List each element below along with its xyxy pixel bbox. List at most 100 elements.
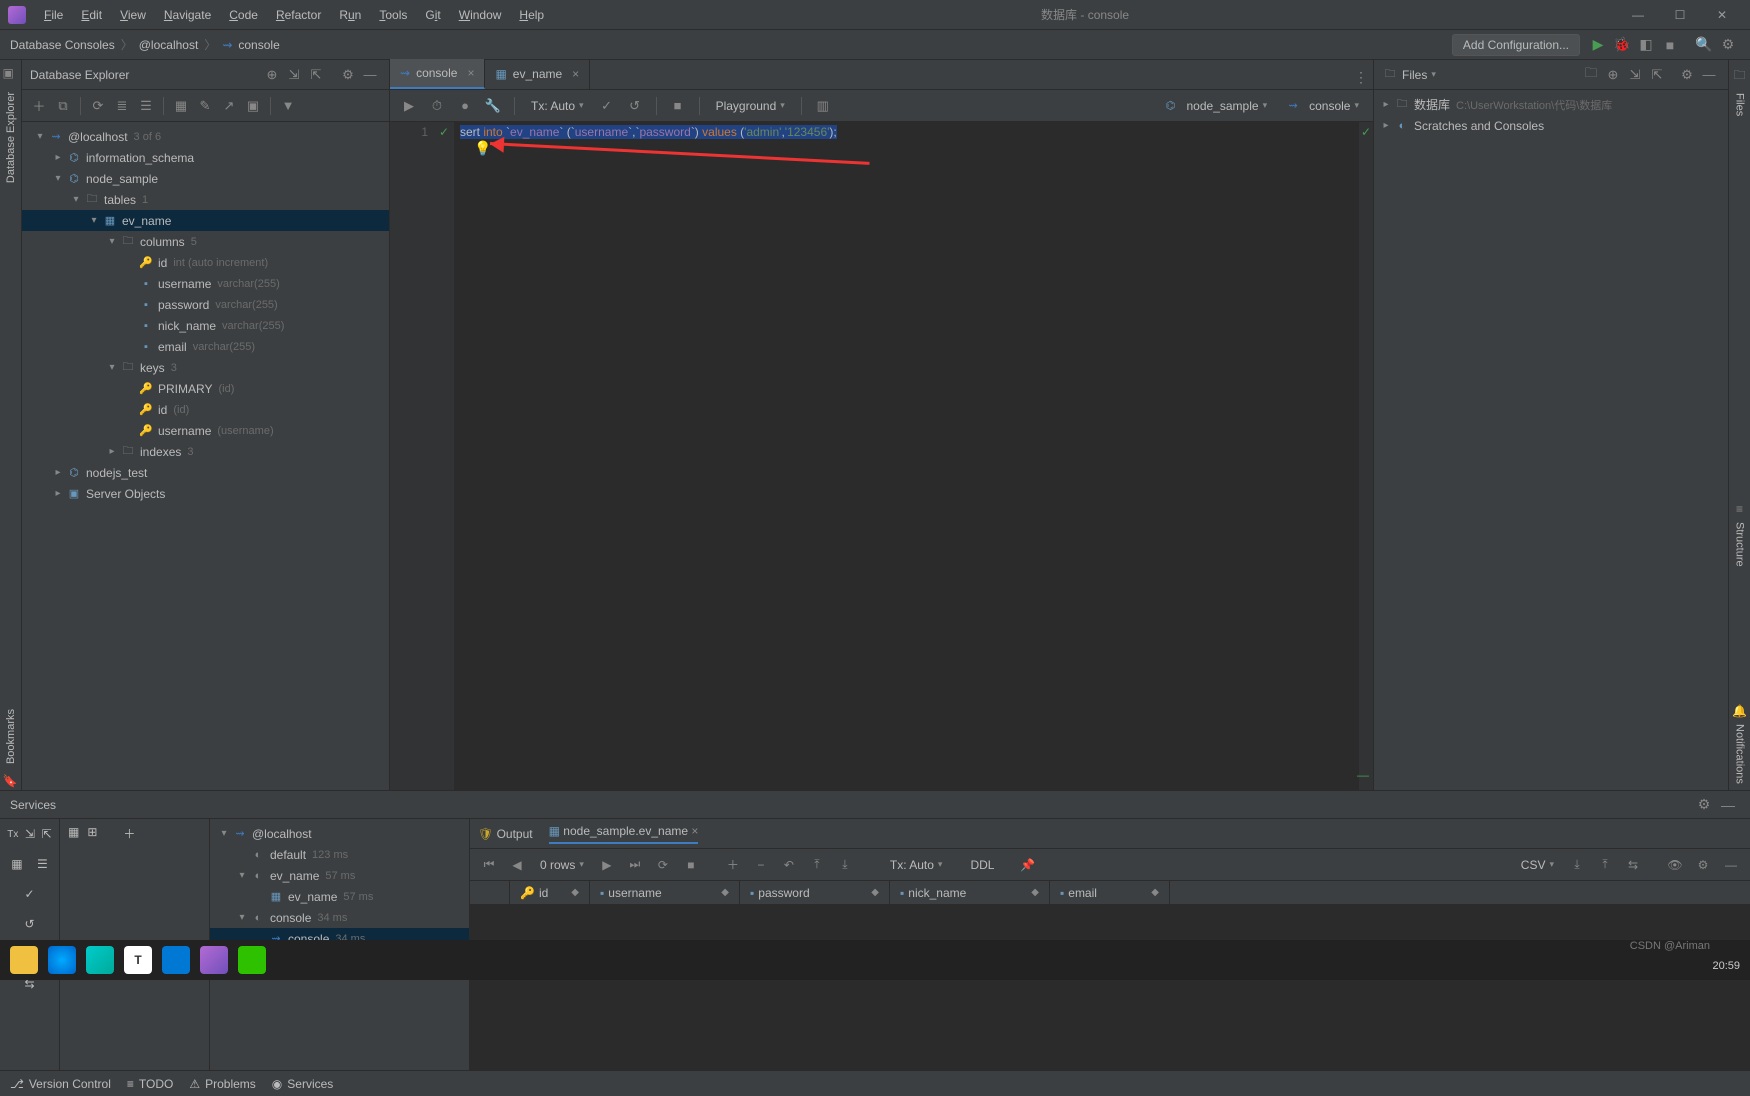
wechat-icon[interactable] bbox=[238, 946, 266, 974]
todo-status[interactable]: ≡TODO bbox=[127, 1077, 173, 1091]
menu-view[interactable]: View bbox=[112, 4, 154, 26]
menu-tools[interactable]: Tools bbox=[371, 4, 415, 26]
vcs-status[interactable]: ⎇Version Control bbox=[10, 1077, 111, 1091]
submit-icon[interactable]: ⤒ bbox=[806, 854, 828, 876]
add-datasource-icon[interactable]: ＋ bbox=[28, 95, 50, 117]
next-icon[interactable]: ▶ bbox=[596, 854, 618, 876]
services-status[interactable]: ◉Services bbox=[272, 1077, 334, 1091]
structure-tab[interactable]: Structure bbox=[1732, 516, 1748, 573]
run-query-icon[interactable]: ▶ bbox=[398, 95, 420, 117]
col-username[interactable]: ▪username◆ bbox=[590, 881, 740, 904]
files-root[interactable]: ▸🗀数据库C:\UserWorkstation\代码\数据库 bbox=[1374, 94, 1728, 115]
menu-window[interactable]: Window bbox=[451, 4, 510, 26]
debug-icon[interactable]: 🐞 bbox=[1610, 33, 1634, 57]
tree-col-email[interactable]: ▪emailvarchar(255) bbox=[22, 336, 389, 357]
files-title[interactable]: Files bbox=[1402, 68, 1427, 82]
expand-icon[interactable]: ⇲ bbox=[25, 827, 35, 841]
wrench-icon[interactable]: 🔧 bbox=[482, 95, 504, 117]
run-icon[interactable]: ▶ bbox=[1586, 33, 1610, 57]
crumb-2[interactable]: @localhost bbox=[139, 38, 199, 52]
collapse-all-icon[interactable]: ⇱ bbox=[1646, 64, 1668, 86]
filter-icon[interactable]: ▼ bbox=[277, 95, 299, 117]
tree-key-username[interactable]: 🔑username(username) bbox=[22, 420, 389, 441]
svc-console[interactable]: ▾◐console34 ms bbox=[210, 907, 469, 928]
edge-icon[interactable] bbox=[86, 946, 114, 974]
add-configuration-button[interactable]: Add Configuration... bbox=[1452, 34, 1580, 56]
col-nickname[interactable]: ▪nick_name◆ bbox=[890, 881, 1050, 904]
collapse-icon[interactable]: ⇱ bbox=[42, 827, 52, 841]
target-icon[interactable]: ⊕ bbox=[1602, 64, 1624, 86]
gear-icon[interactable]: ⚙ bbox=[1692, 854, 1714, 876]
tab-evname[interactable]: ▦ev_name× bbox=[485, 59, 590, 89]
gear-icon[interactable]: ⚙ bbox=[1692, 793, 1716, 817]
layout-icon[interactable]: ▥ bbox=[812, 95, 834, 117]
svc-evname-child[interactable]: ▦ev_name57 ms bbox=[210, 886, 469, 907]
col-id[interactable]: 🔑id◆ bbox=[510, 881, 590, 904]
collapse-icon[interactable]: ⇱ bbox=[305, 64, 327, 86]
prev-icon[interactable]: ◀ bbox=[506, 854, 528, 876]
expand-all-icon[interactable]: ⇲ bbox=[1624, 64, 1646, 86]
group-icon[interactable]: ▦ bbox=[68, 825, 79, 839]
tree-schema-info[interactable]: ▸⌬information_schema bbox=[22, 147, 389, 168]
tree-table-evname[interactable]: ▾▦ev_name bbox=[22, 210, 389, 231]
bookmarks-tab[interactable]: Bookmarks bbox=[3, 703, 19, 770]
tree-col-nick[interactable]: ▪nick_namevarchar(255) bbox=[22, 315, 389, 336]
db-explorer-tab[interactable]: Database Explorer bbox=[3, 86, 19, 189]
close-tab-icon[interactable]: × bbox=[572, 67, 579, 81]
new-tab-icon[interactable]: ⊞ bbox=[87, 825, 97, 839]
tree-tables[interactable]: ▾🗀tables1 bbox=[22, 189, 389, 210]
files-scratch[interactable]: ▸◐Scratches and Consoles bbox=[1374, 115, 1728, 136]
problems-status[interactable]: ⚠Problems bbox=[189, 1077, 255, 1091]
output-tab[interactable]: 🛡 Output bbox=[478, 827, 533, 841]
menu-edit[interactable]: Edit bbox=[73, 4, 110, 26]
target-icon[interactable]: ⊕ bbox=[261, 64, 283, 86]
filter-stack-icon[interactable]: ☰ bbox=[135, 95, 157, 117]
ddl-label[interactable]: DDL bbox=[970, 858, 994, 872]
gear-icon[interactable]: ⚙ bbox=[337, 64, 359, 86]
edit-icon[interactable]: ✎ bbox=[194, 95, 216, 117]
files-tab[interactable]: Files bbox=[1732, 87, 1748, 122]
project-icon[interactable]: ▣ bbox=[3, 66, 19, 82]
close-button[interactable]: ✕ bbox=[1702, 2, 1742, 28]
pin-icon[interactable]: ● bbox=[454, 95, 476, 117]
structure-icon[interactable]: ≡ bbox=[1736, 502, 1743, 516]
folder-icon[interactable]: 🗀 bbox=[1733, 66, 1745, 87]
menu-git[interactable]: Git bbox=[417, 4, 448, 26]
svc-evname[interactable]: ▾◐ev_name57 ms bbox=[210, 865, 469, 886]
hide-icon[interactable]: — bbox=[359, 64, 381, 86]
menu-code[interactable]: Code bbox=[221, 4, 266, 26]
expand-icon[interactable]: ⇲ bbox=[283, 64, 305, 86]
browser-icon[interactable] bbox=[48, 946, 76, 974]
stop-icon[interactable]: ■ bbox=[667, 95, 689, 117]
tree-col-username[interactable]: ▪usernamevarchar(255) bbox=[22, 273, 389, 294]
compare-icon[interactable]: ⇆ bbox=[1622, 854, 1644, 876]
hide-icon[interactable]: — bbox=[1698, 64, 1720, 86]
tx-mode[interactable]: Tx: Auto▾ bbox=[884, 856, 949, 874]
settings-icon[interactable]: ⚙ bbox=[1716, 33, 1740, 57]
first-icon[interactable]: ⏮ bbox=[478, 854, 500, 876]
tree-columns[interactable]: ▾🗀columns5 bbox=[22, 231, 389, 252]
minimize-button[interactable]: ― bbox=[1618, 2, 1658, 28]
code-editor[interactable]: 1 ✓ sert into `ev_name` (`username`,`pas… bbox=[390, 122, 1373, 790]
tree-host[interactable]: ▾⇝@localhost3 of 6 bbox=[22, 126, 389, 147]
playground-selector[interactable]: Playground▾ bbox=[710, 97, 791, 115]
jump-icon[interactable]: ↗ bbox=[218, 95, 240, 117]
search-icon[interactable]: 🔍 bbox=[1692, 33, 1716, 57]
tree-key-primary[interactable]: 🔑PRIMARY(id) bbox=[22, 378, 389, 399]
menu-refactor[interactable]: Refactor bbox=[268, 4, 329, 26]
menu-navigate[interactable]: Navigate bbox=[156, 4, 219, 26]
lightbulb-icon[interactable]: 💡 bbox=[474, 140, 491, 157]
tx-selector[interactable]: Tx: Auto▾ bbox=[525, 97, 590, 115]
col-password[interactable]: ▪password◆ bbox=[740, 881, 890, 904]
add-icon[interactable]: ＋ bbox=[123, 825, 135, 842]
tree-col-password[interactable]: ▪passwordvarchar(255) bbox=[22, 294, 389, 315]
tab-console[interactable]: ⇝console× bbox=[390, 59, 485, 89]
result-tab[interactable]: ▦ node_sample.ev_name × bbox=[549, 824, 699, 844]
pin-icon[interactable]: 📌 bbox=[1016, 854, 1038, 876]
filter-icon[interactable]: ☰ bbox=[37, 857, 48, 871]
vscode-icon[interactable] bbox=[162, 946, 190, 974]
datagrip-icon[interactable] bbox=[200, 946, 228, 974]
tree-schema-node[interactable]: ▾⌬node_sample bbox=[22, 168, 389, 189]
hide-icon[interactable]: — bbox=[1720, 854, 1742, 876]
schema-selector[interactable]: ⌬node_sample▾ bbox=[1157, 96, 1274, 116]
